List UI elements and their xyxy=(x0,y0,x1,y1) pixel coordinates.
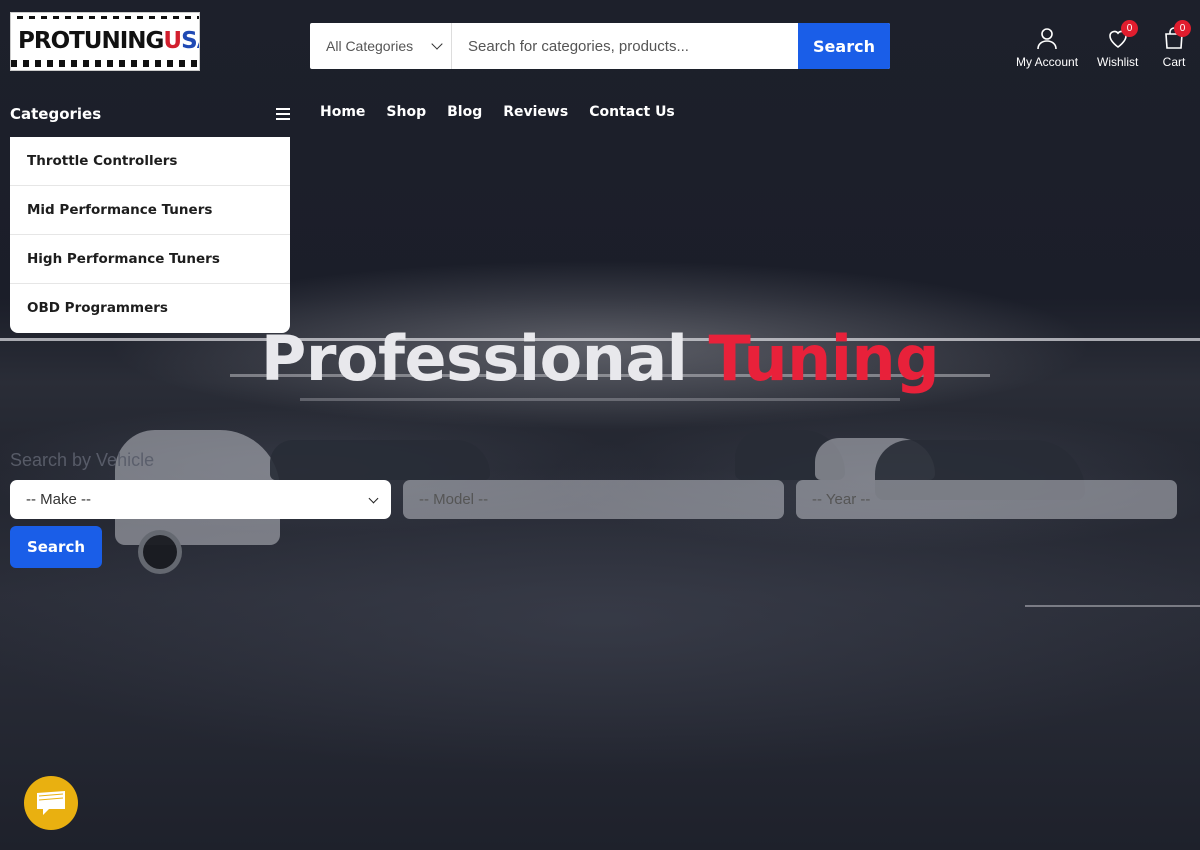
main-nav: Home Shop Blog Reviews Contact Us xyxy=(320,104,696,120)
vehicle-search-title: Search by Vehicle xyxy=(10,450,155,470)
category-select[interactable]: All Categories xyxy=(310,23,452,69)
logo-text-s: S xyxy=(181,28,198,54)
category-item-throttle-controllers[interactable]: Throttle Controllers xyxy=(10,137,290,186)
cart-label: Cart xyxy=(1162,55,1186,69)
search-input[interactable] xyxy=(452,23,798,69)
chevron-down-icon xyxy=(431,38,443,50)
my-account-link[interactable]: My Account xyxy=(1016,26,1078,69)
year-select-value: -- Year -- xyxy=(812,491,871,508)
category-item-mid-performance-tuners[interactable]: Mid Performance Tuners xyxy=(10,186,290,235)
hero-title-main: Professional xyxy=(260,322,688,395)
nav-item-shop[interactable]: Shop xyxy=(386,104,426,120)
hero-title-accent: Tuning xyxy=(708,322,940,395)
cart-count-badge: 0 xyxy=(1174,20,1191,37)
nav-item-home[interactable]: Home xyxy=(320,104,365,120)
wishlist-label: Wishlist xyxy=(1097,55,1139,69)
categories-menu: Throttle Controllers Mid Performance Tun… xyxy=(10,137,290,333)
make-select-value: -- Make -- xyxy=(26,491,91,508)
my-account-label: My Account xyxy=(1016,55,1079,69)
user-icon xyxy=(1037,28,1057,50)
logo-text-a: A xyxy=(197,28,199,54)
category-item-high-performance-tuners[interactable]: High Performance Tuners xyxy=(10,235,290,284)
hero-title: Professional Tuning xyxy=(0,322,1200,395)
cart-link[interactable]: Cart 0 xyxy=(1162,20,1191,69)
nav-item-reviews[interactable]: Reviews xyxy=(503,104,568,120)
vehicle-search-button[interactable]: Search xyxy=(10,526,102,568)
wishlist-link[interactable]: Wishlist 0 xyxy=(1097,20,1139,69)
make-select[interactable]: -- Make -- xyxy=(10,480,391,519)
model-select-value: -- Model -- xyxy=(419,491,489,508)
chat-icon xyxy=(37,791,65,815)
year-select[interactable]: -- Year -- xyxy=(796,480,1177,519)
site-logo[interactable]: PROTUNINGUSA xyxy=(10,12,200,71)
hero-background-image xyxy=(0,0,1200,850)
header-search-bar: All Categories Search xyxy=(310,23,890,69)
chat-button[interactable] xyxy=(24,776,78,830)
wishlist-count-badge: 0 xyxy=(1121,20,1138,37)
hamburger-icon xyxy=(276,108,290,120)
categories-toggle[interactable]: Categories xyxy=(10,102,290,126)
chevron-down-icon xyxy=(368,493,379,503)
nav-item-blog[interactable]: Blog xyxy=(447,104,482,120)
nav-item-contact-us[interactable]: Contact Us xyxy=(589,104,675,120)
category-select-value: All Categories xyxy=(326,38,414,54)
model-select[interactable]: -- Model -- xyxy=(403,480,784,519)
categories-title: Categories xyxy=(10,105,102,123)
logo-text-u: U xyxy=(163,28,182,54)
logo-text: PROTUNING xyxy=(18,28,164,54)
search-button[interactable]: Search xyxy=(798,23,890,69)
